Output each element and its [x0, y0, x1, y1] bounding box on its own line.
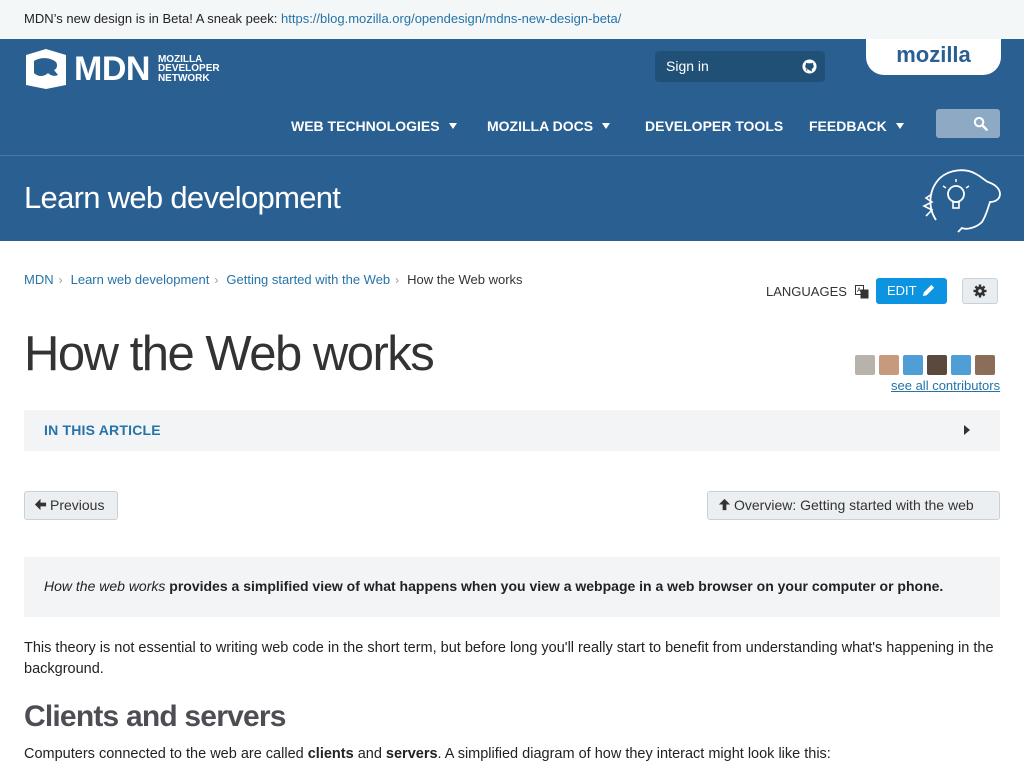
breadcrumb-current: How the Web works [407, 272, 523, 287]
intro-paragraph: This theory is not essential to writing … [24, 640, 994, 677]
translate-icon: A [854, 284, 869, 298]
logo-text: MDN [74, 49, 150, 88]
breadcrumb: MDN › Learn web development › Getting star… [24, 272, 523, 287]
mdn-dino-logo-icon [26, 49, 66, 89]
beta-banner-text: MDN’s new design is in Beta! A sneak pee… [24, 11, 282, 26]
languages-button[interactable]: LANGUAGES A [766, 284, 869, 299]
section-heading: Clients and servers [24, 700, 286, 733]
nav-developer-tools[interactable]: DEVELOPER TOOLS [645, 116, 783, 136]
overview-button[interactable]: Overview: Getting started with the web [707, 491, 1000, 520]
learning-dino-lightbulb-icon [922, 169, 1001, 233]
nav-mozilla-docs[interactable]: MOZILLA DOCS [487, 116, 611, 136]
avatar[interactable] [975, 355, 995, 375]
avatar[interactable] [927, 355, 947, 375]
languages-label: LANGUAGES [766, 284, 847, 299]
mozilla-wordmark: mozilla [896, 42, 971, 67]
previous-button[interactable]: Previous [24, 491, 118, 520]
paragraph-bold: servers [385, 746, 438, 762]
nav-label: WEB TECHNOLOGIES [291, 118, 440, 134]
breadcrumb-separator-icon: › [395, 272, 400, 287]
nav-feedback[interactable]: FEEDBACK [809, 116, 904, 136]
breadcrumb-link-learn[interactable]: Learn web development [71, 272, 210, 287]
avatar[interactable] [855, 355, 875, 375]
nav-label: DEVELOPER TOOLS [645, 118, 784, 134]
summary-text: provides a simplified view of what happe… [165, 578, 944, 594]
sign-in-label: Sign in [666, 58, 709, 74]
hero-title: Learn web development [24, 180, 341, 215]
breadcrumb-link-getting-started[interactable]: Getting started with the Web [226, 272, 390, 287]
arrow-up-icon [718, 498, 731, 511]
mdn-logo[interactable]: MDN MOZILLA DEVELOPER NETWORK [24, 49, 220, 89]
edit-button[interactable]: EDIT [876, 278, 947, 304]
paragraph-bold: clients [307, 746, 354, 762]
edit-label: EDIT [887, 283, 917, 298]
summary-emphasis: How the web works [44, 578, 166, 594]
arrow-left-icon [34, 498, 47, 511]
paragraph-text: . A simplified diagram of how they inter… [437, 746, 831, 762]
gear-icon [973, 284, 987, 298]
avatar[interactable] [879, 355, 899, 375]
page-title: How the Web works [24, 327, 435, 381]
triangle-right-icon [964, 425, 970, 435]
search-icon [973, 116, 988, 131]
see-all-contributors-link[interactable]: see all contributors [891, 378, 1000, 393]
previous-label: Previous [50, 497, 105, 513]
in-this-article-toggle[interactable]: IN THIS ARTICLE [24, 410, 1000, 451]
beta-banner: MDN’s new design is in Beta! A sneak pee… [0, 0, 1024, 39]
article-summary: How the web works provides a simplified … [24, 557, 1000, 617]
caret-down-icon [448, 123, 457, 129]
nav-label: MOZILLA DOCS [487, 118, 594, 134]
logo-subtitle: MOZILLA DEVELOPER NETWORK [158, 55, 220, 84]
settings-button[interactable] [962, 278, 998, 304]
paragraph-text: Computers connected to the web are calle… [24, 746, 308, 762]
breadcrumb-link-mdn[interactable]: MDN [24, 272, 54, 287]
avatar[interactable] [951, 355, 971, 375]
paragraph-text: and [353, 746, 386, 762]
overview-label: Overview: Getting started with the web [734, 497, 974, 513]
search-button[interactable] [936, 109, 1000, 138]
sign-in-button[interactable]: Sign in [655, 51, 825, 82]
github-icon [802, 59, 817, 74]
breadcrumb-separator-icon: › [58, 272, 63, 287]
nav-web-technologies[interactable]: WEB TECHNOLOGIES [291, 116, 457, 136]
nav-label: FEEDBACK [809, 118, 887, 134]
mozilla-tab[interactable]: mozilla [866, 39, 1001, 75]
caret-down-icon [602, 123, 611, 129]
contributor-avatars [855, 355, 999, 375]
beta-banner-link[interactable]: https://blog.mozilla.org/opendesign/mdns… [281, 11, 621, 26]
pencil-icon [922, 284, 935, 297]
avatar[interactable] [903, 355, 923, 375]
toc-label: IN THIS ARTICLE [44, 422, 161, 438]
caret-down-icon [895, 123, 904, 129]
logo-sub-line: NETWORK [157, 72, 210, 84]
clients-servers-paragraph: Computers connected to the web are calle… [24, 746, 831, 762]
breadcrumb-separator-icon: › [214, 272, 219, 287]
